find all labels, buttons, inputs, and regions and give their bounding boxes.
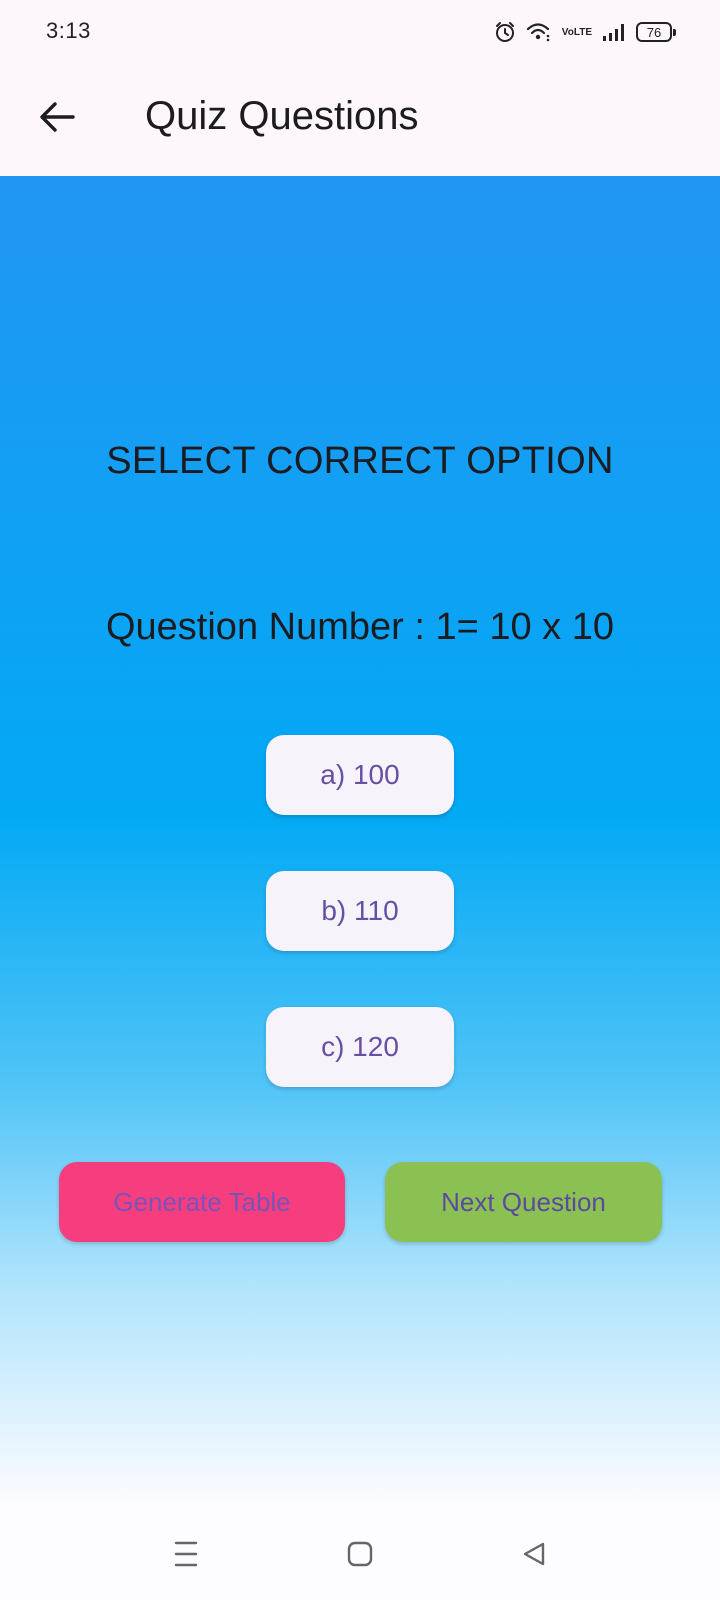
wifi-icon [526,22,552,42]
status-bar: 3:13 Vo LTE 76 [0,0,720,64]
system-nav-bar [0,1506,720,1600]
next-question-button[interactable]: Next Question [385,1162,662,1242]
battery-level: 76 [646,24,662,40]
back-button[interactable] [34,96,80,142]
quiz-body: SELECT CORRECT OPTION Question Number : … [0,176,720,1506]
arrow-left-icon [39,101,75,138]
recent-apps-button[interactable] [166,1536,206,1576]
home-button[interactable] [340,1536,380,1576]
signal-icon [602,22,626,42]
volte-indicator: Vo LTE [561,26,592,38]
option-c-button[interactable]: c) 120 [266,1007,454,1087]
alarm-icon [494,21,516,43]
battery-icon: 76 [636,22,676,42]
generate-table-button[interactable]: Generate Table [59,1162,345,1242]
volte-line2: LTE [573,26,592,38]
system-back-button[interactable] [514,1536,554,1576]
status-icons: Vo LTE 76 [494,20,676,44]
page-title: Quiz Questions [145,94,419,138]
instruction-text: SELECT CORRECT OPTION [106,440,614,482]
home-icon [347,1541,373,1572]
volte-line1: Vo [561,26,574,38]
option-b-button[interactable]: b) 110 [266,871,454,951]
status-time: 3:13 [46,18,91,43]
app-bar: Quiz Questions [0,64,720,176]
option-a-button[interactable]: a) 100 [266,735,454,815]
triangle-back-icon [521,1541,547,1572]
question-text: Question Number : 1= 10 x 10 [105,606,614,648]
recent-apps-icon [174,1541,198,1572]
